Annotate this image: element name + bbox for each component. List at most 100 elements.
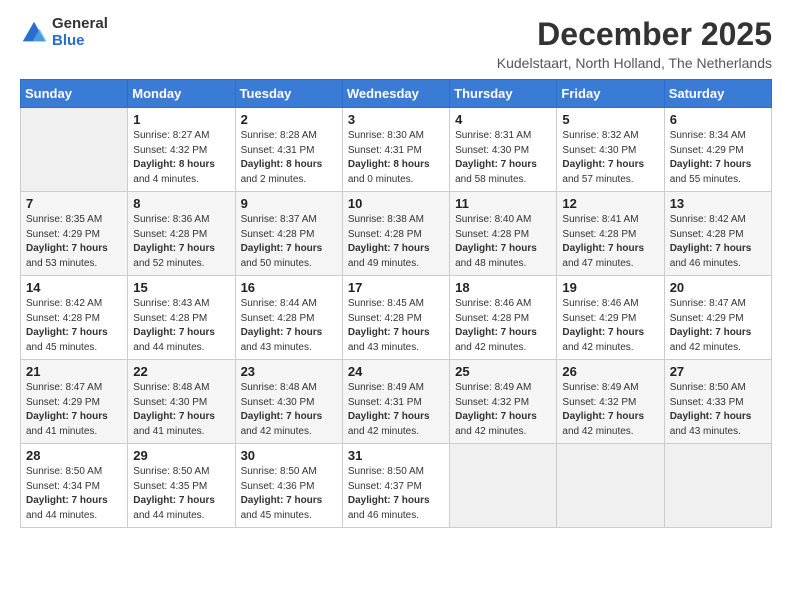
- calendar-cell: 6Sunrise: 8:34 AMSunset: 4:29 PMDaylight…: [664, 108, 771, 192]
- day-info: Sunrise: 8:48 AMSunset: 4:30 PMDaylight:…: [133, 381, 229, 439]
- day-info: Sunrise: 8:50 AMSunset: 4:36 PMDaylight:…: [241, 465, 337, 523]
- day-info: Sunrise: 8:47 AMSunset: 4:29 PMDaylight:…: [670, 297, 766, 355]
- day-number: 20: [670, 280, 766, 295]
- day-info: Sunrise: 8:45 AMSunset: 4:28 PMDaylight:…: [348, 297, 444, 355]
- day-info: Sunrise: 8:31 AMSunset: 4:30 PMDaylight:…: [455, 129, 551, 187]
- logo-blue: Blue: [52, 33, 108, 50]
- calendar-cell: 3 Sunrise: 8:30 AMSunset: 4:31 PMDaylight…: [342, 108, 449, 192]
- calendar-cell: 30 Sunrise: 8:50 AMSunset: 4:36 PMDayligh…: [235, 444, 342, 528]
- day-info: Sunrise: 8:36 AMSunset: 4:28 PMDaylight:…: [133, 213, 229, 271]
- calendar-cell: 28 Sunrise: 8:50 AMSunset: 4:34 PMDayligh…: [21, 444, 128, 528]
- logo-icon: [20, 19, 48, 47]
- calendar-cell: [450, 444, 557, 528]
- week-row-1: 7 Sunrise: 8:35 AMSunset: 4:29 PMDaylight…: [21, 192, 772, 276]
- day-info: Sunrise: 8:50 AMSunset: 4:37 PMDaylight:…: [348, 465, 444, 523]
- calendar-cell: [557, 444, 664, 528]
- day-info: Sunrise: 8:38 AMSunset: 4:28 PMDaylight:…: [348, 213, 444, 271]
- day-number: 28: [26, 448, 122, 463]
- day-info: Sunrise: 8:50 AMSunset: 4:33 PMDaylight:…: [670, 381, 766, 439]
- day-number: 23: [241, 364, 337, 379]
- calendar-cell: [21, 108, 128, 192]
- day-number: 30: [241, 448, 337, 463]
- day-info: Sunrise: 8:47 AMSunset: 4:29 PMDaylight:…: [26, 381, 122, 439]
- day-number: 8: [133, 196, 229, 211]
- calendar-cell: [664, 444, 771, 528]
- day-number: 17: [348, 280, 444, 295]
- day-info: Sunrise: 8:42 AMSunset: 4:28 PMDaylight:…: [26, 297, 122, 355]
- calendar-cell: 14 Sunrise: 8:42 AMSunset: 4:28 PMDayligh…: [21, 276, 128, 360]
- calendar-cell: 31 Sunrise: 8:50 AMSunset: 4:37 PMDayligh…: [342, 444, 449, 528]
- day-info: Sunrise: 8:49 AMSunset: 4:32 PMDaylight:…: [455, 381, 551, 439]
- header-cell-saturday: Saturday: [664, 80, 771, 108]
- day-number: 11: [455, 196, 551, 211]
- week-row-3: 21Sunrise: 8:47 AMSunset: 4:29 PMDayligh…: [21, 360, 772, 444]
- day-info: Sunrise: 8:46 AMSunset: 4:28 PMDaylight:…: [455, 297, 551, 355]
- calendar-cell: 22Sunrise: 8:48 AMSunset: 4:30 PMDayligh…: [128, 360, 235, 444]
- calendar-cell: 24 Sunrise: 8:49 AMSunset: 4:31 PMDayligh…: [342, 360, 449, 444]
- calendar-cell: 11 Sunrise: 8:40 AMSunset: 4:28 PMDayligh…: [450, 192, 557, 276]
- header-row: SundayMondayTuesdayWednesdayThursdayFrid…: [21, 80, 772, 108]
- day-number: 7: [26, 196, 122, 211]
- day-info: Sunrise: 8:44 AMSunset: 4:28 PMDaylight:…: [241, 297, 337, 355]
- calendar-cell: 2 Sunrise: 8:28 AMSunset: 4:31 PMDaylight…: [235, 108, 342, 192]
- day-info: Sunrise: 8:27 AMSunset: 4:32 PMDaylight:…: [133, 129, 229, 187]
- day-info: Sunrise: 8:28 AMSunset: 4:31 PMDaylight:…: [241, 129, 337, 187]
- day-number: 4: [455, 112, 551, 127]
- week-row-4: 28 Sunrise: 8:50 AMSunset: 4:34 PMDayligh…: [21, 444, 772, 528]
- day-number: 14: [26, 280, 122, 295]
- calendar-header: SundayMondayTuesdayWednesdayThursdayFrid…: [21, 80, 772, 108]
- day-number: 29: [133, 448, 229, 463]
- header-cell-friday: Friday: [557, 80, 664, 108]
- day-number: 19: [562, 280, 658, 295]
- day-info: Sunrise: 8:37 AMSunset: 4:28 PMDaylight:…: [241, 213, 337, 271]
- day-info: Sunrise: 8:43 AMSunset: 4:28 PMDaylight:…: [133, 297, 229, 355]
- month-title: December 2025: [497, 16, 772, 53]
- day-number: 2: [241, 112, 337, 127]
- week-row-0: 1Sunrise: 8:27 AMSunset: 4:32 PMDaylight…: [21, 108, 772, 192]
- calendar-cell: 26 Sunrise: 8:49 AMSunset: 4:32 PMDayligh…: [557, 360, 664, 444]
- day-info: Sunrise: 8:50 AMSunset: 4:34 PMDaylight:…: [26, 465, 122, 523]
- calendar-cell: 8 Sunrise: 8:36 AMSunset: 4:28 PMDaylight…: [128, 192, 235, 276]
- day-info: Sunrise: 8:30 AMSunset: 4:31 PMDaylight:…: [348, 129, 444, 187]
- location: Kudelstaart, North Holland, The Netherla…: [497, 55, 772, 71]
- calendar-cell: 9 Sunrise: 8:37 AMSunset: 4:28 PMDaylight…: [235, 192, 342, 276]
- calendar-cell: 5Sunrise: 8:32 AMSunset: 4:30 PMDaylight…: [557, 108, 664, 192]
- day-number: 16: [241, 280, 337, 295]
- calendar-cell: 1Sunrise: 8:27 AMSunset: 4:32 PMDaylight…: [128, 108, 235, 192]
- day-number: 25: [455, 364, 551, 379]
- day-number: 31: [348, 448, 444, 463]
- day-number: 24: [348, 364, 444, 379]
- page-header: General Blue December 2025 Kudelstaart, …: [20, 16, 772, 71]
- day-info: Sunrise: 8:34 AMSunset: 4:29 PMDaylight:…: [670, 129, 766, 187]
- calendar-body: 1Sunrise: 8:27 AMSunset: 4:32 PMDaylight…: [21, 108, 772, 528]
- day-number: 9: [241, 196, 337, 211]
- title-block: December 2025 Kudelstaart, North Holland…: [497, 16, 772, 71]
- header-cell-sunday: Sunday: [21, 80, 128, 108]
- day-info: Sunrise: 8:48 AMSunset: 4:30 PMDaylight:…: [241, 381, 337, 439]
- calendar-cell: 21Sunrise: 8:47 AMSunset: 4:29 PMDayligh…: [21, 360, 128, 444]
- day-info: Sunrise: 8:35 AMSunset: 4:29 PMDaylight:…: [26, 213, 122, 271]
- day-number: 5: [562, 112, 658, 127]
- calendar-cell: 7 Sunrise: 8:35 AMSunset: 4:29 PMDaylight…: [21, 192, 128, 276]
- day-number: 26: [562, 364, 658, 379]
- logo: General Blue: [20, 16, 108, 49]
- calendar-cell: 4 Sunrise: 8:31 AMSunset: 4:30 PMDaylight…: [450, 108, 557, 192]
- header-cell-tuesday: Tuesday: [235, 80, 342, 108]
- calendar-cell: 23 Sunrise: 8:48 AMSunset: 4:30 PMDayligh…: [235, 360, 342, 444]
- logo-text: General Blue: [52, 16, 108, 49]
- calendar-cell: 25 Sunrise: 8:49 AMSunset: 4:32 PMDayligh…: [450, 360, 557, 444]
- day-info: Sunrise: 8:40 AMSunset: 4:28 PMDaylight:…: [455, 213, 551, 271]
- logo-general: General: [52, 16, 108, 33]
- calendar-cell: 29Sunrise: 8:50 AMSunset: 4:35 PMDayligh…: [128, 444, 235, 528]
- day-info: Sunrise: 8:49 AMSunset: 4:31 PMDaylight:…: [348, 381, 444, 439]
- day-number: 3: [348, 112, 444, 127]
- header-cell-thursday: Thursday: [450, 80, 557, 108]
- day-info: Sunrise: 8:46 AMSunset: 4:29 PMDaylight:…: [562, 297, 658, 355]
- calendar-cell: 19 Sunrise: 8:46 AMSunset: 4:29 PMDayligh…: [557, 276, 664, 360]
- day-info: Sunrise: 8:49 AMSunset: 4:32 PMDaylight:…: [562, 381, 658, 439]
- calendar-table: SundayMondayTuesdayWednesdayThursdayFrid…: [20, 79, 772, 528]
- header-cell-monday: Monday: [128, 80, 235, 108]
- day-info: Sunrise: 8:42 AMSunset: 4:28 PMDaylight:…: [670, 213, 766, 271]
- day-number: 12: [562, 196, 658, 211]
- header-cell-wednesday: Wednesday: [342, 80, 449, 108]
